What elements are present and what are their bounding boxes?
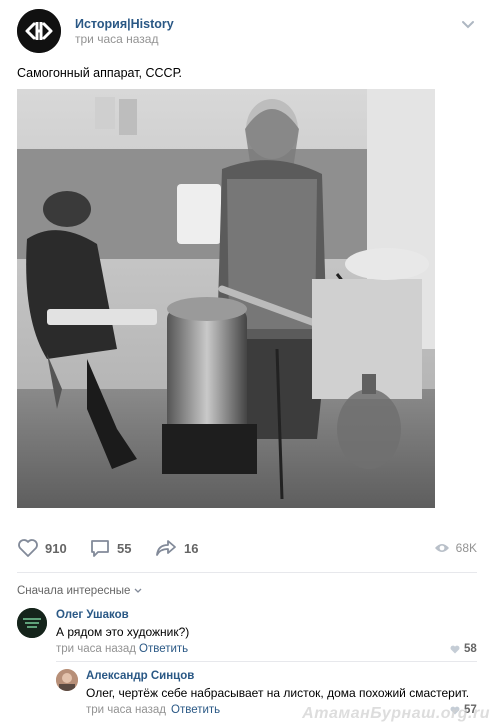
comment-text: А рядом это художник?)	[56, 625, 190, 639]
avatar-image-icon	[17, 608, 47, 638]
divider	[56, 661, 477, 662]
avatar[interactable]	[17, 608, 47, 638]
comment-time[interactable]: три часа назад	[56, 643, 136, 655]
group-name[interactable]: История|History	[75, 17, 174, 31]
comment-count: 55	[117, 540, 132, 556]
post-header: История|History три часа назад	[17, 9, 477, 55]
view-count: 68K	[455, 541, 477, 555]
heart-icon	[18, 539, 38, 557]
post-photo[interactable]	[17, 89, 435, 508]
avatar[interactable]	[56, 669, 78, 691]
comment-button[interactable]: 55	[89, 533, 131, 563]
sort-label: Сначала интересные	[17, 585, 131, 597]
heart-icon	[450, 645, 460, 653]
comment-like-count: 58	[464, 643, 477, 655]
eye-icon	[434, 544, 449, 552]
like-button[interactable]: 910	[17, 533, 67, 563]
post-time[interactable]: три часа назад	[75, 32, 158, 46]
group-avatar[interactable]	[17, 9, 61, 53]
like-count: 910	[45, 540, 67, 556]
comment-author[interactable]: Александр Синцов	[86, 670, 194, 682]
comment-text: Олег, чертёж себе набрасывает на листок,…	[86, 686, 470, 700]
avatar-image-icon	[56, 669, 78, 691]
comment-time[interactable]: три часа назад	[86, 704, 166, 716]
post-actions: 910 55 16 68K	[17, 533, 477, 563]
post-text: Самогонный аппарат, СССР.	[17, 66, 183, 80]
group-logo-icon	[17, 9, 61, 53]
comment-author[interactable]: Олег Ушаков	[56, 609, 129, 621]
share-button[interactable]: 16	[154, 533, 198, 563]
comments-sort[interactable]: Сначала интересные	[17, 585, 142, 597]
chevron-down-icon[interactable]	[461, 19, 475, 29]
comment-like-button[interactable]: 58	[450, 643, 477, 655]
photo-bw-moonshine-still	[17, 89, 435, 508]
share-count: 16	[184, 540, 199, 556]
divider	[17, 572, 477, 573]
reply-button[interactable]: Ответить	[171, 704, 220, 716]
reply-button[interactable]: Ответить	[139, 643, 188, 655]
watermark: АтаманБурнаш.org.ru	[302, 705, 490, 722]
share-icon	[156, 540, 176, 556]
views: 68K	[434, 533, 477, 563]
chevron-down-icon	[134, 588, 142, 593]
comment-icon	[91, 540, 109, 557]
